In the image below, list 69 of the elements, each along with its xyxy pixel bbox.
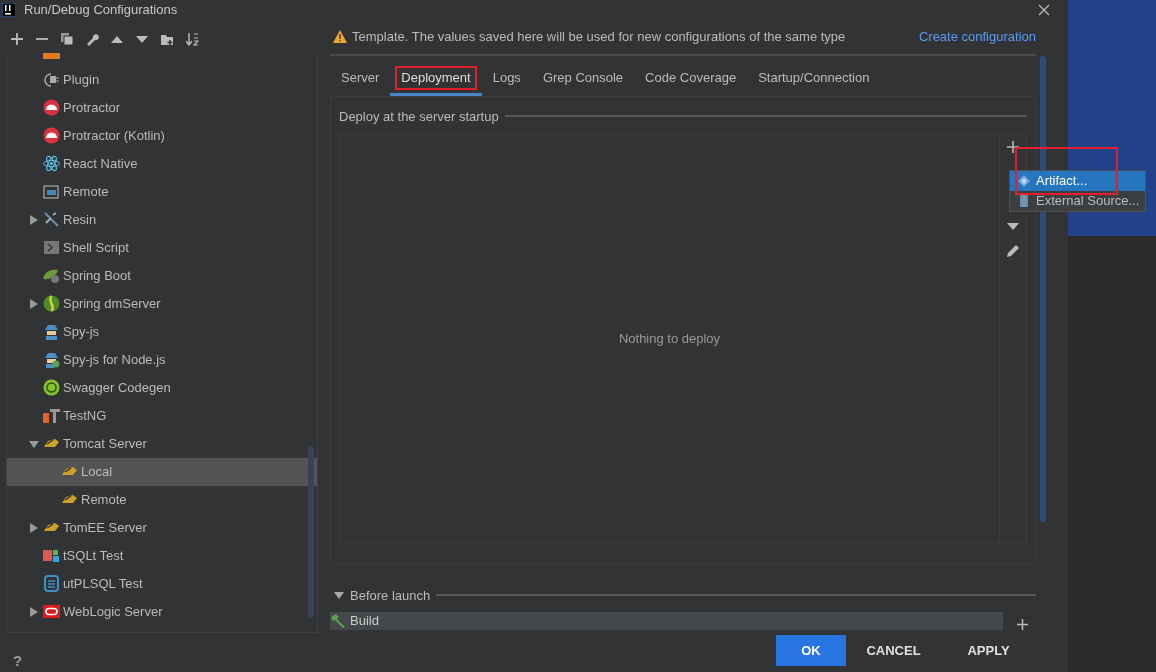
hammer-icon <box>330 614 346 628</box>
globe-icon <box>43 295 60 312</box>
tree-item[interactable]: Spy-js <box>7 317 317 346</box>
dialog-button[interactable]: APPLY <box>941 635 1036 666</box>
app-logo-icon <box>2 2 16 17</box>
tree-item[interactable]: Tomcat Server <box>7 429 317 458</box>
grid-icon <box>43 407 60 424</box>
create-configuration-link[interactable]: Create configuration <box>918 26 1036 47</box>
add-icon[interactable] <box>11 33 24 46</box>
sort-icon[interactable] <box>186 33 199 46</box>
menu-item[interactable]: Artifact... <box>1010 171 1145 191</box>
notice-text: Template. The values saved here will be used for new configurations of the same type <box>352 27 846 46</box>
wrench-icon[interactable] <box>86 33 99 46</box>
tree-item[interactable]: Resin <box>7 205 317 234</box>
protractor-icon <box>43 99 60 116</box>
help-icon[interactable]: ? <box>13 649 320 672</box>
folder-add-icon[interactable] <box>161 33 174 46</box>
window-title: Run/Debug Configurations <box>24 1 178 19</box>
edit-icon[interactable] <box>1006 244 1020 258</box>
close-icon[interactable] <box>1038 3 1050 16</box>
tab[interactable]: Grep Console <box>531 63 635 96</box>
protractor-icon <box>43 127 60 144</box>
spy-icon <box>43 351 60 368</box>
empty-text: Nothing to deploy <box>618 329 721 348</box>
archive-icon <box>1018 195 1030 207</box>
tab[interactable]: Startup/Connection <box>747 63 881 96</box>
tree-item[interactable]: React Native <box>7 149 317 178</box>
tree-item[interactable]: Swagger Codegen <box>7 373 317 402</box>
dialog-button[interactable]: OK <box>776 635 846 666</box>
tree-item[interactable]: Plugin <box>7 65 317 94</box>
add-icon[interactable] <box>1017 618 1028 630</box>
warning-icon <box>333 30 347 43</box>
leaf-icon <box>43 267 60 284</box>
tree-item[interactable]: TestNG <box>7 401 317 430</box>
tree-item[interactable]: Local <box>7 457 317 486</box>
spy-icon <box>43 323 60 340</box>
tree-item[interactable]: Spring Boot <box>7 261 317 290</box>
atom-icon <box>43 155 60 172</box>
tree-item[interactable]: Protractor <box>7 93 317 122</box>
tree-item[interactable]: Protractor (Kotlin) <box>7 121 317 150</box>
plug-icon <box>43 71 60 88</box>
section-title: Before launch <box>350 586 431 605</box>
terminal-icon <box>43 239 60 256</box>
copy-icon[interactable] <box>61 33 74 46</box>
remote-icon <box>43 183 60 200</box>
tab[interactable]: Logs <box>481 63 532 96</box>
tab[interactable]: Code Coverage <box>634 63 748 96</box>
tree-item[interactable]: Shell Script <box>7 233 317 262</box>
tree-item[interactable]: TomEE Server <box>7 513 317 542</box>
tree-item[interactable]: Remote <box>7 485 317 514</box>
swagger-icon <box>43 379 60 396</box>
task-item[interactable]: Build <box>330 612 1003 630</box>
tree-item[interactable]: Remote <box>7 177 317 206</box>
dragonfly-icon <box>43 211 60 228</box>
diamond-icon <box>1018 175 1030 187</box>
tree-item[interactable]: WebLogic Server <box>7 597 317 626</box>
add-icon[interactable] <box>1007 141 1019 153</box>
expand-arrow-icon[interactable] <box>334 591 344 599</box>
down-arrow-icon[interactable] <box>1007 223 1019 230</box>
tree-item[interactable]: Spy-js for Node.js <box>7 345 317 374</box>
section-title: Deploy at the server startup <box>339 107 499 126</box>
tree-item[interactable]: Spring dmServer <box>7 289 317 318</box>
scrollbar[interactable] <box>308 445 314 618</box>
tree-item[interactable]: tSQLt Test <box>7 541 317 570</box>
dialog-button[interactable]: CANCEL <box>846 635 941 666</box>
tree-item[interactable]: utPLSQL Test <box>7 569 317 598</box>
tab[interactable]: Server <box>330 63 391 96</box>
blocks-icon <box>43 547 60 564</box>
database-icon <box>43 575 60 592</box>
